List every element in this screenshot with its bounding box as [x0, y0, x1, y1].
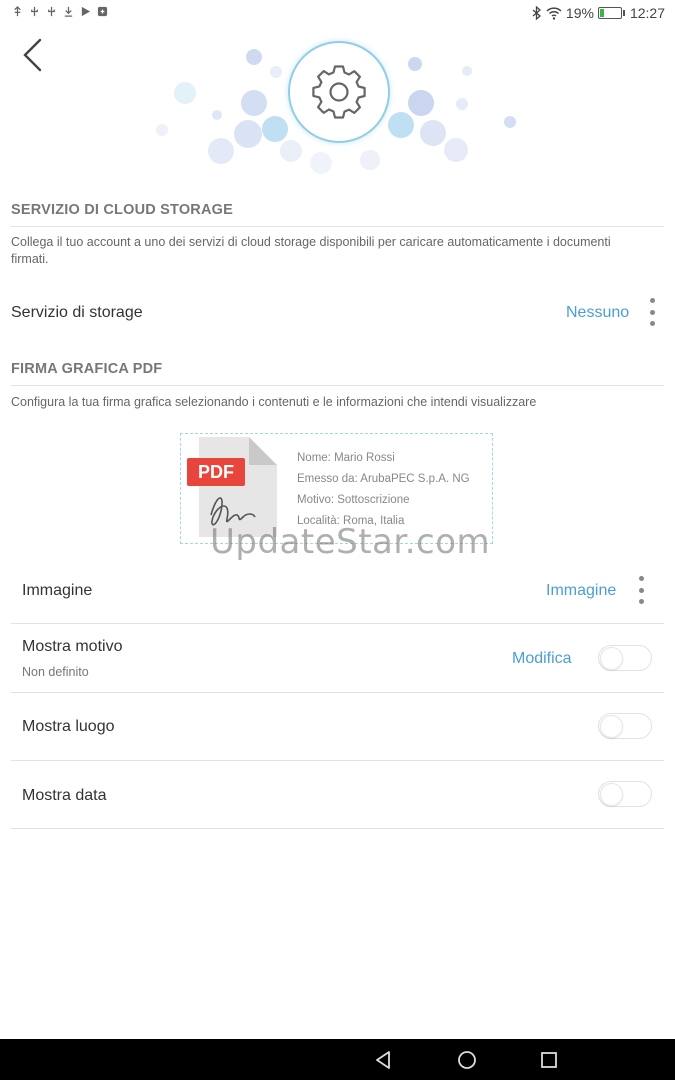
- dot: [638, 599, 644, 604]
- home-circle-icon[interactable]: [456, 1049, 478, 1071]
- show-reason-subtitle: Non definito: [22, 665, 89, 679]
- watermark: UpdateStar.com: [210, 522, 491, 562]
- battery-icon: [597, 7, 625, 19]
- recents-square-icon[interactable]: [538, 1049, 560, 1071]
- dot: [649, 309, 655, 315]
- show-date-label: Mostra data: [22, 787, 107, 804]
- settings-badge: [288, 41, 390, 143]
- toggle-knob: [600, 647, 623, 670]
- dot: [649, 298, 655, 303]
- preview-line-name: Nome: Mario Rossi: [297, 452, 395, 464]
- storage-service-value[interactable]: Nessuno: [566, 304, 629, 322]
- bluetooth-icon: [532, 6, 541, 20]
- battery-percent: 19%: [565, 5, 594, 21]
- usb-icon: [31, 6, 38, 17]
- toggle-knob: [600, 715, 623, 738]
- cloud-section-title: SERVIZIO DI CLOUD STORAGE: [11, 202, 233, 218]
- battery-level: [599, 9, 604, 17]
- back-button[interactable]: [16, 36, 52, 76]
- divider: [11, 226, 664, 227]
- system-nav-bar: [0, 1039, 675, 1080]
- show-date-toggle[interactable]: [598, 781, 652, 807]
- cloud-section-description: Collega il tuo account a uno dei servizi…: [11, 235, 611, 266]
- play-store-icon: [81, 6, 91, 17]
- show-location-label: Mostra luogo: [22, 718, 115, 735]
- dot: [638, 576, 644, 581]
- image-more-button[interactable]: [634, 576, 648, 604]
- divider: [11, 760, 664, 761]
- image-label: Immagine: [22, 582, 93, 599]
- dot: [638, 587, 644, 593]
- back-triangle-icon[interactable]: [373, 1049, 395, 1071]
- status-bar: 19% 12:27: [0, 0, 675, 28]
- divider: [11, 385, 664, 386]
- storage-more-button[interactable]: [645, 298, 659, 326]
- signature-section-title: FIRMA GRAFICA PDF: [11, 361, 163, 377]
- chevron-left-icon: [23, 38, 42, 72]
- show-location-toggle[interactable]: [598, 713, 652, 739]
- toggle-knob: [600, 783, 623, 806]
- divider: [11, 828, 664, 829]
- pdf-badge: PDF: [187, 458, 245, 486]
- usb-icon: [48, 6, 55, 17]
- divider: [11, 692, 664, 693]
- wifi-icon: [546, 6, 562, 20]
- usb-icon: [14, 6, 21, 17]
- storage-service-label: Servizio di storage: [11, 304, 143, 321]
- preview-line-issuer: Emesso da: ArubaPEC S.p.A. NG: [297, 473, 470, 485]
- notification-icons: [12, 6, 108, 17]
- clock: 12:27: [629, 5, 665, 21]
- signature-section-description: Configura la tua firma grafica seleziona…: [11, 395, 537, 409]
- download-icon: [64, 6, 73, 17]
- image-value[interactable]: Immagine: [546, 582, 616, 600]
- divider: [11, 623, 664, 624]
- show-reason-toggle[interactable]: [598, 645, 652, 671]
- show-reason-label: Mostra motivo: [22, 638, 123, 655]
- preview-line-reason: Motivo: Sottoscrizione: [297, 494, 410, 506]
- dot: [649, 321, 655, 326]
- gear-icon: [312, 65, 366, 119]
- status-right: 19% 12:27: [532, 5, 665, 21]
- notification-icon: [97, 6, 108, 17]
- edit-reason-button[interactable]: Modifica: [512, 650, 572, 668]
